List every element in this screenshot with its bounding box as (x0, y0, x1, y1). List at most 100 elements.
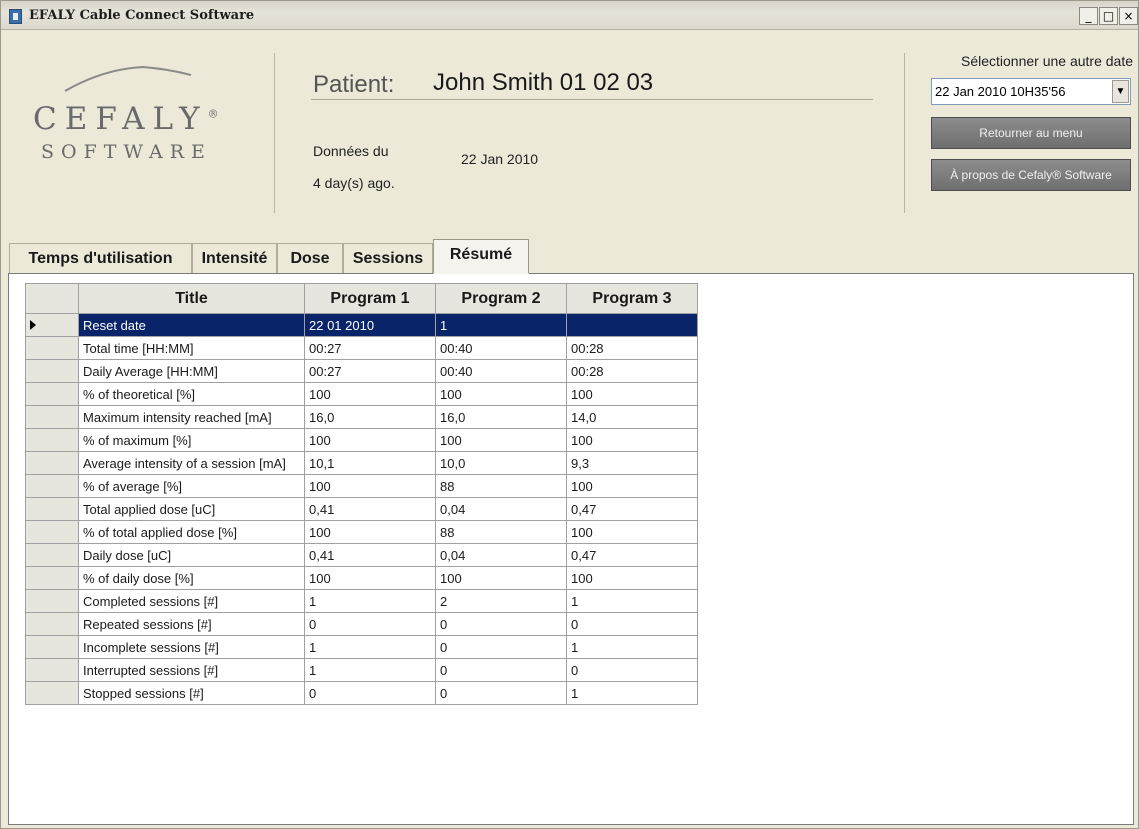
table-cell-title[interactable]: % of maximum [%] (78, 428, 305, 452)
table-row[interactable]: % of average [%] 100 88 100 (25, 474, 698, 498)
table-cell-program-2[interactable]: 00:40 (435, 336, 567, 360)
date-select[interactable]: 22 Jan 2010 10H35'56 ▼ (931, 78, 1131, 105)
table-cell-program-1[interactable]: 100 (304, 382, 436, 406)
table-row[interactable]: % of total applied dose [%] 100 88 100 (25, 520, 698, 544)
table-cell-program-3[interactable] (566, 313, 698, 337)
about-button[interactable]: À propos de Cefaly® Software (931, 159, 1131, 191)
column-header-program-1[interactable]: Program 1 (304, 283, 436, 314)
table-cell-program-2[interactable]: 100 (435, 566, 567, 590)
table-cell-program-1[interactable]: 1 (304, 589, 436, 613)
table-row[interactable]: Daily Average [HH:MM] 00:27 00:40 00:28 (25, 359, 698, 383)
table-cell-program-2[interactable]: 00:40 (435, 359, 567, 383)
row-header[interactable] (25, 520, 79, 544)
row-header[interactable] (25, 313, 79, 337)
tab-sessions[interactable]: Sessions (343, 243, 433, 273)
table-row[interactable]: Completed sessions [#] 1 2 1 (25, 589, 698, 613)
table-cell-program-1[interactable]: 1 (304, 635, 436, 659)
table-row[interactable]: Stopped sessions [#] 0 0 1 (25, 681, 698, 705)
table-cell-program-3[interactable]: 100 (566, 520, 698, 544)
column-header-program-3[interactable]: Program 3 (566, 283, 698, 314)
table-row[interactable]: % of maximum [%] 100 100 100 (25, 428, 698, 452)
table-cell-title[interactable]: % of total applied dose [%] (78, 520, 305, 544)
table-cell-title[interactable]: Incomplete sessions [#] (78, 635, 305, 659)
table-cell-title[interactable]: Stopped sessions [#] (78, 681, 305, 705)
table-cell-program-3[interactable]: 14,0 (566, 405, 698, 429)
row-header[interactable] (25, 428, 79, 452)
row-header[interactable] (25, 382, 79, 406)
table-row[interactable]: Repeated sessions [#] 0 0 0 (25, 612, 698, 636)
table-cell-program-2[interactable]: 2 (435, 589, 567, 613)
table-cell-title[interactable]: Interrupted sessions [#] (78, 658, 305, 682)
table-cell-title[interactable]: % of average [%] (78, 474, 305, 498)
table-cell-program-3[interactable]: 1 (566, 681, 698, 705)
row-header[interactable] (25, 543, 79, 567)
tab-usage-time[interactable]: Temps d'utilisation (9, 243, 192, 273)
tab-intensity[interactable]: Intensité (192, 243, 277, 273)
table-cell-program-1[interactable]: 22 01 2010 (304, 313, 436, 337)
table-row[interactable]: Average intensity of a session [mA] 10,1 1… (25, 451, 698, 475)
row-header[interactable] (25, 451, 79, 475)
minimize-button[interactable]: _ (1079, 7, 1098, 25)
row-header[interactable] (25, 336, 79, 360)
table-cell-program-3[interactable]: 00:28 (566, 336, 698, 360)
table-cell-title[interactable]: % of theoretical [%] (78, 382, 305, 406)
table-cell-program-2[interactable]: 1 (435, 313, 567, 337)
table-cell-program-2[interactable]: 0 (435, 612, 567, 636)
row-header[interactable] (25, 359, 79, 383)
table-cell-program-3[interactable]: 100 (566, 474, 698, 498)
table-cell-program-1[interactable]: 0,41 (304, 497, 436, 521)
table-cell-program-2[interactable]: 0,04 (435, 543, 567, 567)
table-cell-program-2[interactable]: 10,0 (435, 451, 567, 475)
table-cell-program-3[interactable]: 100 (566, 428, 698, 452)
table-cell-title[interactable]: Total time [HH:MM] (78, 336, 305, 360)
table-cell-program-1[interactable]: 00:27 (304, 336, 436, 360)
table-cell-program-1[interactable]: 100 (304, 520, 436, 544)
table-row[interactable]: Reset date 22 01 2010 1 (25, 313, 698, 337)
table-cell-program-3[interactable]: 9,3 (566, 451, 698, 475)
row-header[interactable] (25, 658, 79, 682)
table-cell-program-2[interactable]: 0,04 (435, 497, 567, 521)
return-to-menu-button[interactable]: Retourner au menu (931, 117, 1131, 149)
table-row[interactable]: Total applied dose [uC] 0,41 0,04 0,47 (25, 497, 698, 521)
table-cell-program-1[interactable]: 16,0 (304, 405, 436, 429)
table-row[interactable]: Maximum intensity reached [mA] 16,0 16,0 14… (25, 405, 698, 429)
chevron-down-icon[interactable]: ▼ (1112, 80, 1129, 103)
table-row[interactable]: % of daily dose [%] 100 100 100 (25, 566, 698, 590)
table-cell-program-3[interactable]: 0 (566, 612, 698, 636)
table-cell-program-3[interactable]: 100 (566, 566, 698, 590)
table-cell-program-3[interactable]: 0 (566, 658, 698, 682)
table-cell-program-1[interactable]: 1 (304, 658, 436, 682)
row-header[interactable] (25, 497, 79, 521)
table-cell-program-3[interactable]: 0,47 (566, 497, 698, 521)
table-cell-program-3[interactable]: 1 (566, 589, 698, 613)
row-header[interactable] (25, 635, 79, 659)
table-cell-program-1[interactable]: 0 (304, 612, 436, 636)
table-cell-program-3[interactable]: 100 (566, 382, 698, 406)
table-cell-program-1[interactable]: 10,1 (304, 451, 436, 475)
row-header[interactable] (25, 405, 79, 429)
table-cell-program-1[interactable]: 100 (304, 428, 436, 452)
row-header[interactable] (25, 589, 79, 613)
table-cell-program-2[interactable]: 16,0 (435, 405, 567, 429)
table-cell-program-1[interactable]: 0,41 (304, 543, 436, 567)
table-cell-program-2[interactable]: 100 (435, 382, 567, 406)
column-header-title[interactable]: Title (78, 283, 305, 314)
table-cell-title[interactable]: Daily dose [uC] (78, 543, 305, 567)
table-cell-program-3[interactable]: 00:28 (566, 359, 698, 383)
table-cell-title[interactable]: Repeated sessions [#] (78, 612, 305, 636)
table-cell-program-2[interactable]: 0 (435, 635, 567, 659)
table-cell-program-1[interactable]: 00:27 (304, 359, 436, 383)
table-cell-program-2[interactable]: 88 (435, 520, 567, 544)
table-cell-program-2[interactable]: 0 (435, 681, 567, 705)
maximize-button[interactable]: □ (1099, 7, 1118, 25)
table-cell-program-2[interactable]: 100 (435, 428, 567, 452)
table-cell-title[interactable]: Maximum intensity reached [mA] (78, 405, 305, 429)
row-header[interactable] (25, 612, 79, 636)
table-cell-title[interactable]: Completed sessions [#] (78, 589, 305, 613)
table-cell-program-2[interactable]: 0 (435, 658, 567, 682)
table-cell-title[interactable]: Daily Average [HH:MM] (78, 359, 305, 383)
table-cell-title[interactable]: Average intensity of a session [mA] (78, 451, 305, 475)
table-cell-program-3[interactable]: 0,47 (566, 543, 698, 567)
row-header[interactable] (25, 474, 79, 498)
table-row[interactable]: % of theoretical [%] 100 100 100 (25, 382, 698, 406)
